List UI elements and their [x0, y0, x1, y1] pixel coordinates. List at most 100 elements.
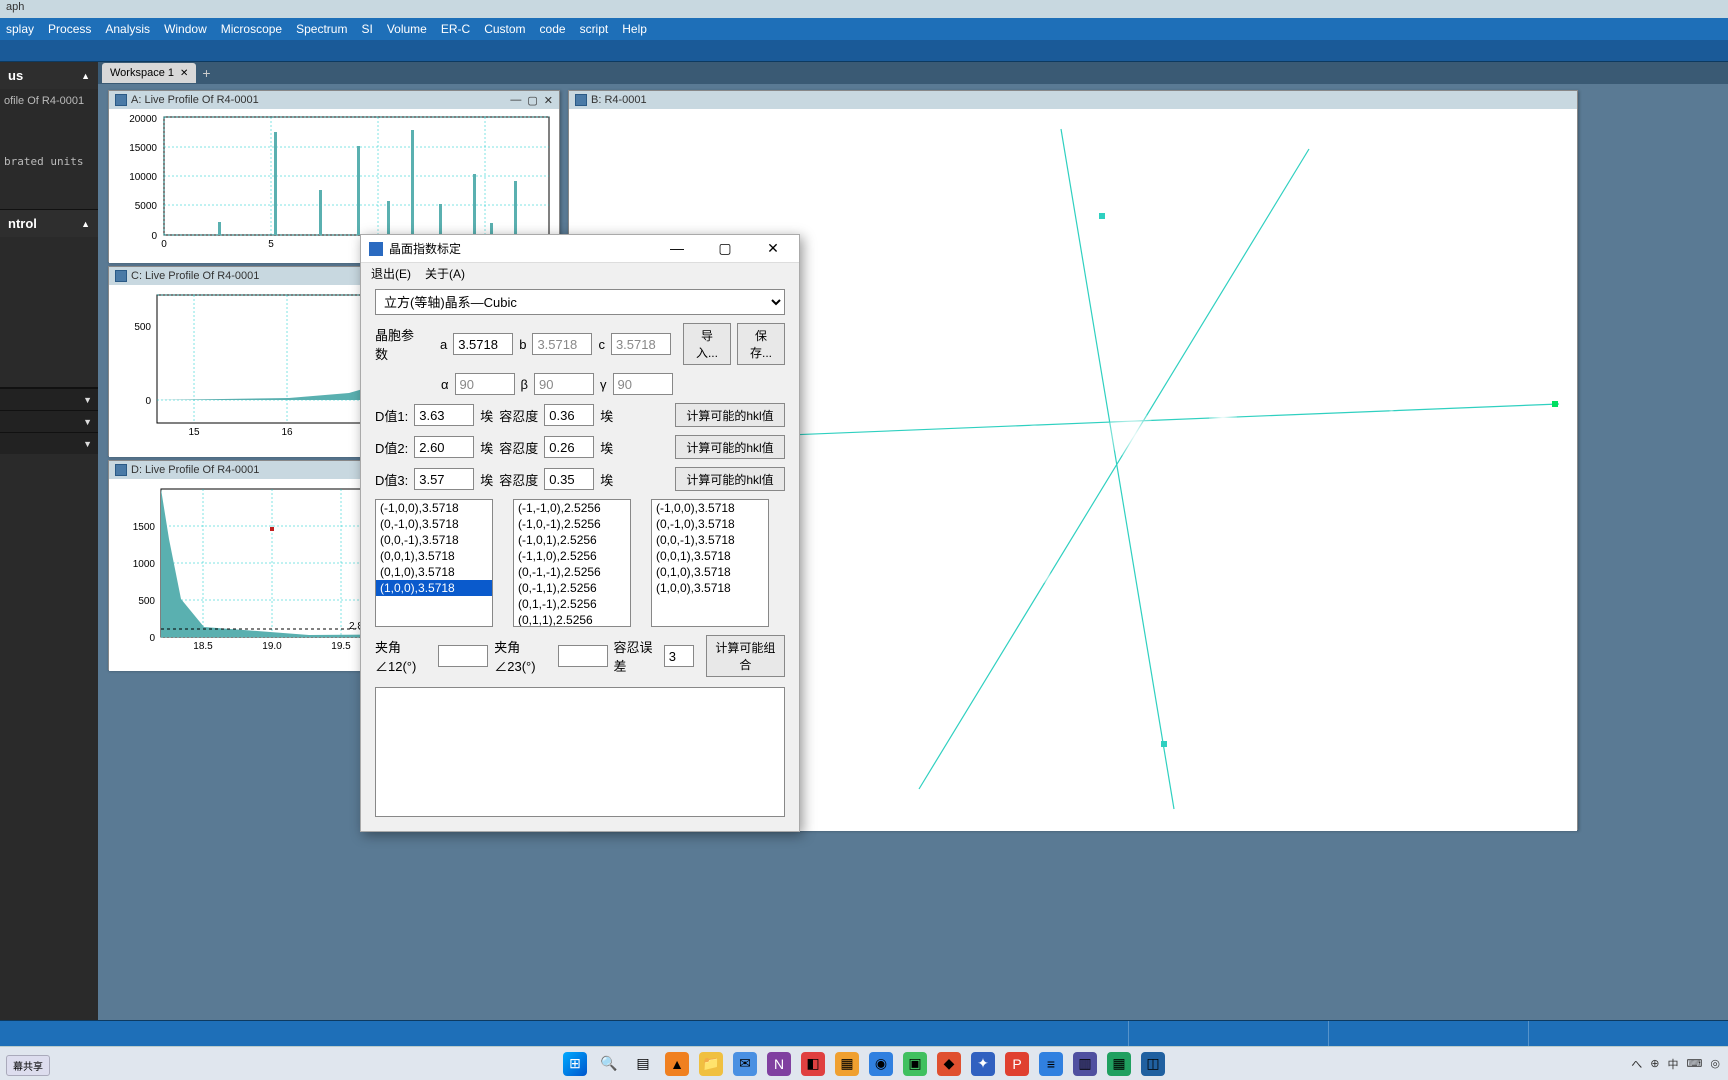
menu-item[interactable]: Volume	[387, 22, 427, 36]
app-icon[interactable]: ▦	[835, 1052, 859, 1076]
window-icon	[115, 464, 127, 476]
menu-bar: splay Process Analysis Window Microscope…	[0, 18, 1728, 40]
system-tray[interactable]: へ⊕ 中⌨ ◎	[1631, 1056, 1720, 1072]
menu-item[interactable]: Analysis	[105, 22, 150, 36]
indexing-dialog[interactable]: 晶面指数标定 — ▢ ✕ 退出(E) 关于(A) 立方(等轴)晶系—Cubic …	[360, 234, 800, 832]
close-icon[interactable]: ✕	[755, 240, 791, 257]
menu-item[interactable]: Help	[622, 22, 647, 36]
sidebar-section-header[interactable]: ntrol▲	[0, 210, 98, 237]
window-title: B: R4-0001	[591, 94, 647, 106]
start-button[interactable]: ⊞	[563, 1052, 587, 1076]
tab-workspace1[interactable]: Workspace 1✕	[102, 63, 196, 83]
window-title: C: Live Profile Of R4-0001	[131, 270, 259, 282]
menu-exit[interactable]: 退出(E)	[371, 265, 411, 282]
param-gamma-input	[613, 373, 673, 395]
maximize-icon[interactable]: ▢	[527, 94, 537, 107]
app-icon[interactable]: ◆	[937, 1052, 961, 1076]
calc-hkl1-button[interactable]: 计算可能的hkl值	[675, 403, 785, 427]
param-a-input[interactable]	[453, 333, 513, 355]
minimize-icon[interactable]: —	[659, 240, 695, 257]
menu-item[interactable]: Process	[48, 22, 91, 36]
svg-text:0: 0	[149, 633, 155, 644]
d3-label: D值3:	[375, 470, 408, 489]
svg-text:19.5: 19.5	[331, 641, 351, 652]
svg-text:1500: 1500	[133, 522, 156, 533]
menu-item[interactable]: splay	[6, 22, 34, 36]
calc-hkl3-button[interactable]: 计算可能的hkl值	[675, 467, 785, 491]
svg-text:19.0: 19.0	[262, 641, 282, 652]
calc-combo-button[interactable]: 计算可能组合	[706, 635, 785, 677]
app-icon[interactable]: ▦	[1107, 1052, 1131, 1076]
status-bar	[0, 1020, 1728, 1046]
app-icon[interactable]: ◫	[1141, 1052, 1165, 1076]
menu-item[interactable]: ER-C	[441, 22, 470, 36]
app-icon[interactable]: ✉	[733, 1052, 757, 1076]
close-icon[interactable]: ✕	[180, 68, 188, 79]
calc-hkl2-button[interactable]: 计算可能的hkl值	[675, 435, 785, 459]
d1-label: D值1:	[375, 406, 408, 425]
svg-text:16: 16	[281, 427, 293, 438]
menu-item[interactable]: Custom	[484, 22, 525, 36]
d2-input[interactable]	[414, 436, 474, 458]
tol-error-input[interactable]	[664, 645, 694, 667]
search-icon[interactable]: 🔍	[597, 1052, 621, 1076]
matlab-icon[interactable]: ▲	[665, 1052, 689, 1076]
toolbar-strip	[0, 40, 1728, 62]
menu-item[interactable]: code	[540, 22, 566, 36]
tol2-input[interactable]	[544, 436, 594, 458]
sidebar-collapsed-row[interactable]: ▼	[0, 388, 98, 410]
workspace-area: Workspace 1✕ + A: Live Profile Of R4-000…	[98, 62, 1728, 1020]
save-button[interactable]: 保存...	[737, 323, 785, 365]
d1-input[interactable]	[414, 404, 474, 426]
minimize-icon[interactable]: —	[510, 94, 521, 107]
angle12-input[interactable]	[438, 645, 488, 667]
import-button[interactable]: 导入...	[683, 323, 731, 365]
sidebar-item[interactable]: ofile Of R4-0001	[0, 89, 98, 149]
app-icon[interactable]: ✦	[971, 1052, 995, 1076]
onenote-icon[interactable]: N	[767, 1052, 791, 1076]
powerpoint-icon[interactable]: P	[1005, 1052, 1029, 1076]
menu-about[interactable]: 关于(A)	[425, 265, 465, 282]
taskview-icon[interactable]: ▤	[631, 1052, 655, 1076]
svg-text:15000: 15000	[129, 143, 157, 154]
app-icon[interactable]: ▣	[903, 1052, 927, 1076]
collapse-icon: ▲	[81, 71, 90, 81]
menu-item[interactable]: Window	[164, 22, 207, 36]
param-b-input	[532, 333, 592, 355]
menu-item[interactable]: script	[580, 22, 609, 36]
svg-text:1000: 1000	[133, 559, 156, 570]
sidebar-collapsed-row[interactable]: ▼	[0, 410, 98, 432]
maximize-icon[interactable]: ▢	[707, 240, 743, 257]
svg-text:5000: 5000	[135, 201, 158, 212]
crystal-system-select[interactable]: 立方(等轴)晶系—Cubic	[375, 289, 785, 315]
menu-item[interactable]: Spectrum	[296, 22, 347, 36]
zoom-icon[interactable]: ◉	[869, 1052, 893, 1076]
add-tab-button[interactable]: +	[202, 65, 210, 81]
app-icon[interactable]: ▥	[1073, 1052, 1097, 1076]
svg-text:0: 0	[151, 231, 157, 242]
angle23-input[interactable]	[558, 645, 608, 667]
hkl-list-1[interactable]: (-1,0,0),3.5718(0,-1,0),3.5718(0,0,-1),3…	[375, 499, 493, 627]
svg-text:5: 5	[268, 239, 274, 250]
sidebar-section-header[interactable]: us▲	[0, 62, 98, 89]
param-c-input	[611, 333, 671, 355]
cursor-icon: ↖	[1216, 423, 1229, 443]
svg-text:18.5: 18.5	[193, 641, 213, 652]
screen-share-indicator[interactable]: 幕共享	[6, 1055, 50, 1076]
sidebar-collapsed-row[interactable]: ▼	[0, 432, 98, 454]
tol3-input[interactable]	[544, 468, 594, 490]
collapse-icon: ▲	[81, 219, 90, 229]
d3-input[interactable]	[414, 468, 474, 490]
explorer-icon[interactable]: 📁	[699, 1052, 723, 1076]
menu-item[interactable]: Microscope	[221, 22, 282, 36]
menu-item[interactable]: SI	[361, 22, 372, 36]
window-title: A: Live Profile Of R4-0001	[131, 94, 259, 106]
units-label: brated units	[0, 149, 98, 209]
close-icon[interactable]: ✕	[544, 94, 553, 107]
hkl-list-3[interactable]: (-1,0,0),3.5718(0,-1,0),3.5718(0,0,-1),3…	[651, 499, 769, 627]
result-textarea[interactable]	[375, 687, 785, 817]
hkl-list-2[interactable]: (-1,-1,0),2.5256(-1,0,-1),2.5256(-1,0,1)…	[513, 499, 631, 627]
app-icon[interactable]: ≡	[1039, 1052, 1063, 1076]
tol1-input[interactable]	[544, 404, 594, 426]
app-icon[interactable]: ◧	[801, 1052, 825, 1076]
